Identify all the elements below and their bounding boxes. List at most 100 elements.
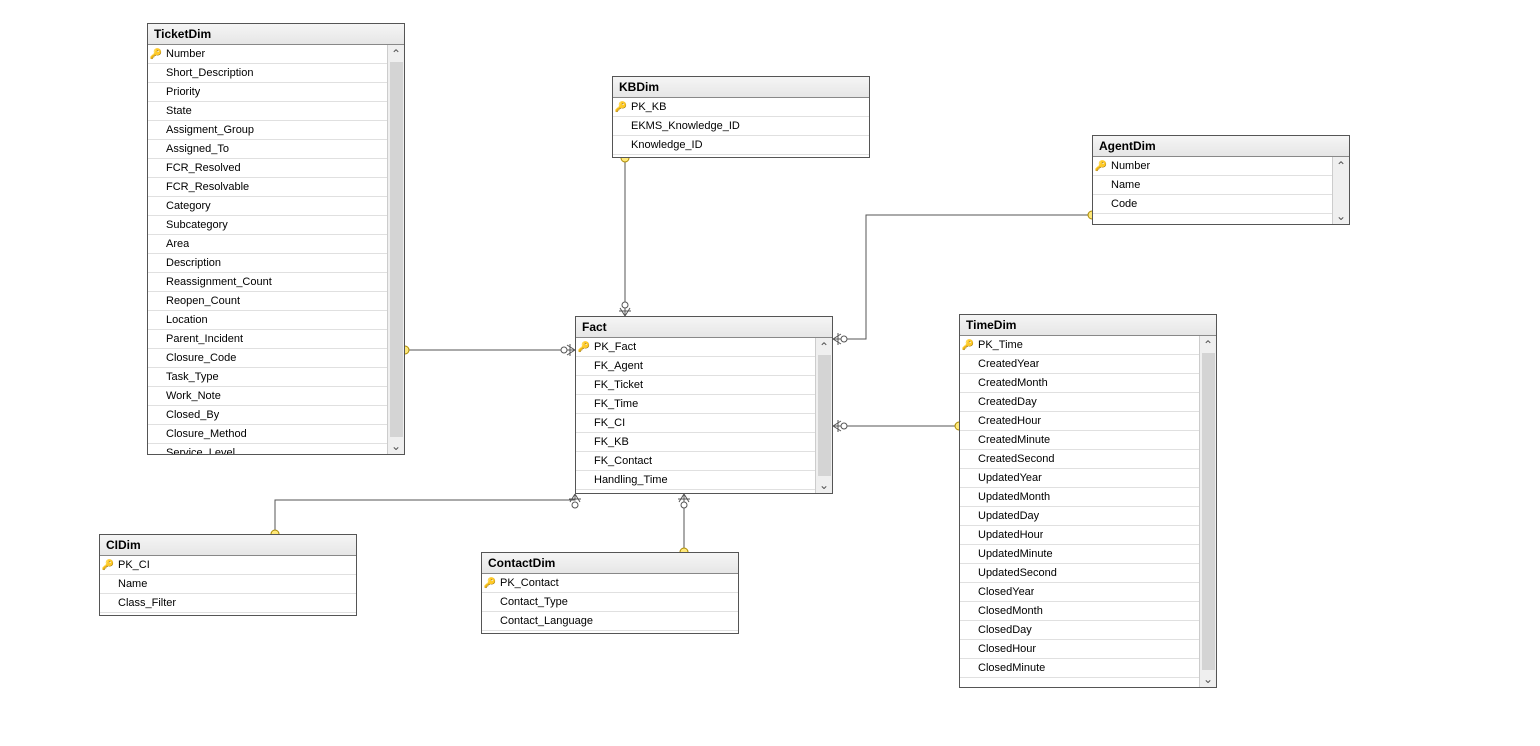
scrollbar[interactable]: ⌃⌄	[1199, 336, 1216, 687]
table-kbdim[interactable]: KBDim🔑PK_KBEKMS_Knowledge_IDKnowledge_ID	[612, 76, 870, 158]
scroll-up-icon[interactable]: ⌃	[390, 47, 403, 60]
column-name: Location	[164, 314, 208, 326]
column-row[interactable]: FK_Time	[576, 395, 815, 414]
column-row[interactable]: FK_Agent	[576, 357, 815, 376]
column-name: Code	[1109, 198, 1137, 210]
column-row[interactable]: 🔑PK_KB	[613, 98, 869, 117]
scroll-down-icon[interactable]: ⌄	[818, 478, 831, 491]
column-name: CreatedMinute	[976, 434, 1050, 446]
column-row[interactable]: Service_Level	[148, 444, 387, 454]
column-name: CreatedHour	[976, 415, 1041, 427]
column-row[interactable]: Short_Description	[148, 64, 387, 83]
scroll-down-icon[interactable]: ⌄	[1335, 209, 1348, 222]
column-row[interactable]: CreatedDay	[960, 393, 1199, 412]
column-row[interactable]: Description	[148, 254, 387, 273]
column-row[interactable]: FK_Contact	[576, 452, 815, 471]
table-fact[interactable]: Fact🔑PK_FactFK_AgentFK_TicketFK_Time FK_C…	[575, 316, 833, 494]
column-row[interactable]: Knowledge_ID	[613, 136, 869, 155]
column-row[interactable]: 🔑PK_CI	[100, 556, 356, 575]
column-row[interactable]: ClosedYear	[960, 583, 1199, 602]
column-row[interactable]: CreatedMinute	[960, 431, 1199, 450]
scroll-up-icon[interactable]: ⌃	[1202, 338, 1215, 351]
column-row[interactable]: CreatedMonth	[960, 374, 1199, 393]
column-row[interactable]: Closure_Code	[148, 349, 387, 368]
column-row[interactable]: ClosedMonth	[960, 602, 1199, 621]
column-row[interactable]: Name	[100, 575, 356, 594]
column-row[interactable]: Priority	[148, 83, 387, 102]
column-row[interactable]: Code	[1093, 195, 1332, 214]
column-row[interactable]: UpdatedYear	[960, 469, 1199, 488]
column-name: UpdatedMonth	[976, 491, 1050, 503]
column-row[interactable]: Reassignment_Count	[148, 273, 387, 292]
column-row[interactable]: Subcategory	[148, 216, 387, 235]
column-name: ClosedHour	[976, 643, 1036, 655]
column-name: FCR_Resolvable	[164, 181, 249, 193]
column-row[interactable]: Task_Type	[148, 368, 387, 387]
column-row[interactable]: Category	[148, 197, 387, 216]
column-row[interactable]: UpdatedSecond	[960, 564, 1199, 583]
column-name: FK_CI	[592, 417, 625, 429]
scroll-thumb[interactable]	[818, 355, 831, 476]
column-name: Description	[164, 257, 221, 269]
scroll-up-icon[interactable]: ⌃	[818, 340, 831, 353]
table-ticketdim[interactable]: TicketDim🔑NumberShort_DescriptionPriorit…	[147, 23, 405, 455]
column-name: Knowledge_ID	[629, 139, 703, 151]
column-row[interactable]: Closed_By	[148, 406, 387, 425]
column-row[interactable]: 🔑PK_Time	[960, 336, 1199, 355]
scrollbar[interactable]: ⌃⌄	[387, 45, 404, 454]
column-row[interactable]: Class_Filter	[100, 594, 356, 613]
column-row[interactable]: State	[148, 102, 387, 121]
scroll-thumb[interactable]	[390, 62, 403, 437]
scrollbar[interactable]: ⌃⌄	[1332, 157, 1349, 224]
column-row[interactable]: Work_Note	[148, 387, 387, 406]
column-row[interactable]: ClosedHour	[960, 640, 1199, 659]
column-row[interactable]: 🔑Number	[148, 45, 387, 64]
column-row[interactable]: Assigned_To	[148, 140, 387, 159]
table-cidim[interactable]: CIDim🔑PK_CINameClass_Filter	[99, 534, 357, 616]
column-row[interactable]: EKMS_Knowledge_ID	[613, 117, 869, 136]
scroll-down-icon[interactable]: ⌄	[390, 439, 403, 452]
column-row[interactable]: Closure_Method	[148, 425, 387, 444]
column-row[interactable]: CreatedSecond	[960, 450, 1199, 469]
column-row[interactable]: Parent_Incident	[148, 330, 387, 349]
scrollbar[interactable]: ⌃⌄	[815, 338, 832, 493]
columns-list: 🔑NumberName Code	[1093, 157, 1332, 224]
column-row[interactable]: CreatedYear	[960, 355, 1199, 374]
column-row[interactable]: CreatedHour	[960, 412, 1199, 431]
column-row[interactable]: FCR_Resolvable	[148, 178, 387, 197]
table-title: Fact	[576, 317, 832, 338]
column-row[interactable]: FK_KB	[576, 433, 815, 452]
scroll-down-icon[interactable]: ⌄	[1202, 672, 1215, 685]
primary-key-icon: 🔑	[148, 49, 164, 60]
column-row[interactable]: Contact_Language	[482, 612, 738, 631]
column-row[interactable]: Assigment_Group	[148, 121, 387, 140]
column-row[interactable]: 🔑PK_Contact	[482, 574, 738, 593]
column-row[interactable]: FCR_Resolved	[148, 159, 387, 178]
column-name: PK_KB	[629, 101, 666, 113]
table-agentdim[interactable]: AgentDim🔑NumberNameCode⌃⌄	[1092, 135, 1350, 225]
column-row[interactable]: Name	[1093, 176, 1332, 195]
columns-list: 🔑PK_ContactContact_TypeContact_Language	[482, 574, 738, 633]
column-row[interactable]: 🔑PK_Fact	[576, 338, 815, 357]
column-row[interactable]: UpdatedDay	[960, 507, 1199, 526]
column-name: Reopen_Count	[164, 295, 240, 307]
scroll-thumb[interactable]	[1202, 353, 1215, 670]
column-row[interactable]: ClosedDay	[960, 621, 1199, 640]
column-row[interactable]: Location	[148, 311, 387, 330]
table-contactdim[interactable]: ContactDim🔑PK_ContactContact_TypeContact…	[481, 552, 739, 634]
primary-key-icon: 🔑	[482, 578, 498, 589]
column-row[interactable]: Area	[148, 235, 387, 254]
columns-list: 🔑PK_CINameClass_Filter	[100, 556, 356, 615]
column-row[interactable]: UpdatedMinute	[960, 545, 1199, 564]
table-timedim[interactable]: TimeDim🔑PK_TimeCreatedYearCreatedMonthCr…	[959, 314, 1217, 688]
column-row[interactable]: UpdatedMonth	[960, 488, 1199, 507]
column-row[interactable]: UpdatedHour	[960, 526, 1199, 545]
column-row[interactable]: Handling_Time	[576, 471, 815, 490]
column-row[interactable]: 🔑Number	[1093, 157, 1332, 176]
column-row[interactable]: Contact_Type	[482, 593, 738, 612]
scroll-up-icon[interactable]: ⌃	[1335, 159, 1348, 172]
column-row[interactable]: FK_Ticket	[576, 376, 815, 395]
column-row[interactable]: Reopen_Count	[148, 292, 387, 311]
column-row[interactable]: ClosedMinute	[960, 659, 1199, 678]
column-row[interactable]: FK_CI	[576, 414, 815, 433]
